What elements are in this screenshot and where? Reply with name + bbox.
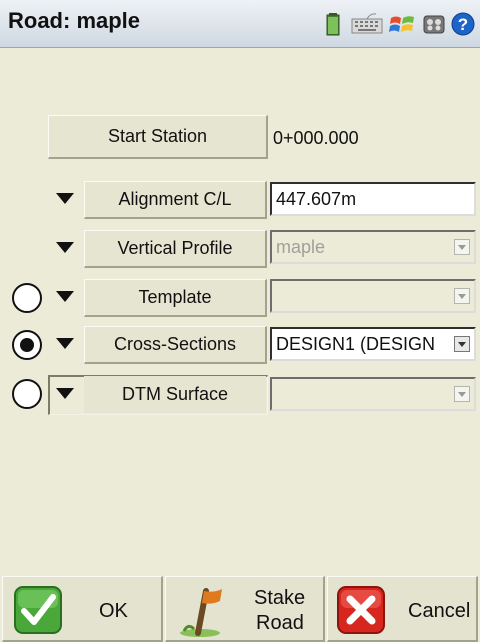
- cross-sections-radio[interactable]: [12, 330, 42, 360]
- template-dropdown-arrow[interactable]: [48, 279, 82, 313]
- dtm-surface-select[interactable]: [270, 377, 476, 411]
- dtm-surface-button[interactable]: DTM Surface: [84, 376, 266, 413]
- triangle-down-icon: [56, 290, 74, 302]
- vertical-profile-value: maple: [276, 236, 326, 257]
- chevron-down-icon[interactable]: [454, 288, 470, 304]
- window-title: Road: maple: [8, 8, 141, 33]
- stake-label-line1: Stake: [254, 587, 306, 609]
- vertical-profile-label: Vertical Profile: [117, 238, 233, 258]
- template-label: Template: [138, 287, 212, 307]
- dtm-surface-radio[interactable]: [12, 379, 42, 409]
- cancel-button[interactable]: Cancel: [327, 576, 478, 642]
- vertical-profile-button[interactable]: Vertical Profile: [84, 230, 267, 268]
- cross-sections-label: Cross-Sections: [113, 334, 237, 354]
- close-icon: [337, 586, 385, 634]
- battery-icon[interactable]: [322, 11, 346, 37]
- title-bar: Road: maple ?: [0, 0, 480, 48]
- ok-label: OK: [99, 600, 128, 622]
- triangle-down-icon: [56, 192, 74, 204]
- triangle-down-icon: [56, 387, 74, 399]
- dtm-surface-label: DTM Surface: [121, 384, 229, 404]
- ok-button[interactable]: OK: [2, 576, 163, 642]
- template-radio[interactable]: [12, 283, 42, 313]
- chevron-down-icon[interactable]: [454, 386, 470, 402]
- triangle-down-icon: [56, 337, 74, 349]
- template-select[interactable]: [270, 279, 476, 313]
- cross-sections-dropdown-arrow[interactable]: [48, 326, 82, 360]
- stake-road-button[interactable]: Stake Road: [165, 576, 325, 642]
- command-bar: OK Stake Road Cancel: [0, 576, 480, 642]
- chevron-down-icon[interactable]: [454, 239, 470, 255]
- cross-sections-value: DESIGN1 (DESIGN: [276, 333, 436, 354]
- stake-flag-icon: [180, 588, 222, 637]
- alignment-button[interactable]: Alignment C/L: [84, 181, 267, 219]
- road-form: Start Station 0+000.000 Alignment C/L 44…: [0, 48, 480, 576]
- keyboard-icon[interactable]: [350, 11, 384, 37]
- cross-sections-button[interactable]: Cross-Sections: [84, 326, 267, 364]
- svg-text:?: ?: [458, 15, 468, 34]
- cancel-label: Cancel: [408, 600, 471, 622]
- vertical-profile-select[interactable]: maple: [270, 230, 476, 264]
- windows-logo-icon[interactable]: [388, 11, 416, 37]
- start-station-value: 0+000.000: [273, 128, 359, 148]
- dtm-surface-dropdown-arrow[interactable]: [48, 376, 82, 410]
- alignment-field[interactable]: 447.607m: [270, 182, 476, 216]
- radio-selected-dot: [20, 338, 34, 352]
- template-button[interactable]: Template: [84, 279, 267, 317]
- settings-icon[interactable]: [422, 11, 446, 37]
- cross-sections-select[interactable]: DESIGN1 (DESIGN: [270, 327, 476, 361]
- vertical-profile-dropdown-arrow[interactable]: [48, 230, 82, 264]
- start-station-button[interactable]: Start Station: [48, 115, 268, 159]
- help-icon[interactable]: ?: [450, 11, 476, 37]
- start-station-label: Start Station: [107, 126, 208, 146]
- alignment-dropdown-arrow[interactable]: [48, 181, 82, 215]
- checkmark-icon: [14, 586, 62, 634]
- alignment-label: Alignment C/L: [118, 189, 232, 209]
- triangle-down-icon: [56, 241, 74, 253]
- chevron-down-icon[interactable]: [454, 336, 470, 352]
- stake-label-line2: Road: [256, 612, 304, 634]
